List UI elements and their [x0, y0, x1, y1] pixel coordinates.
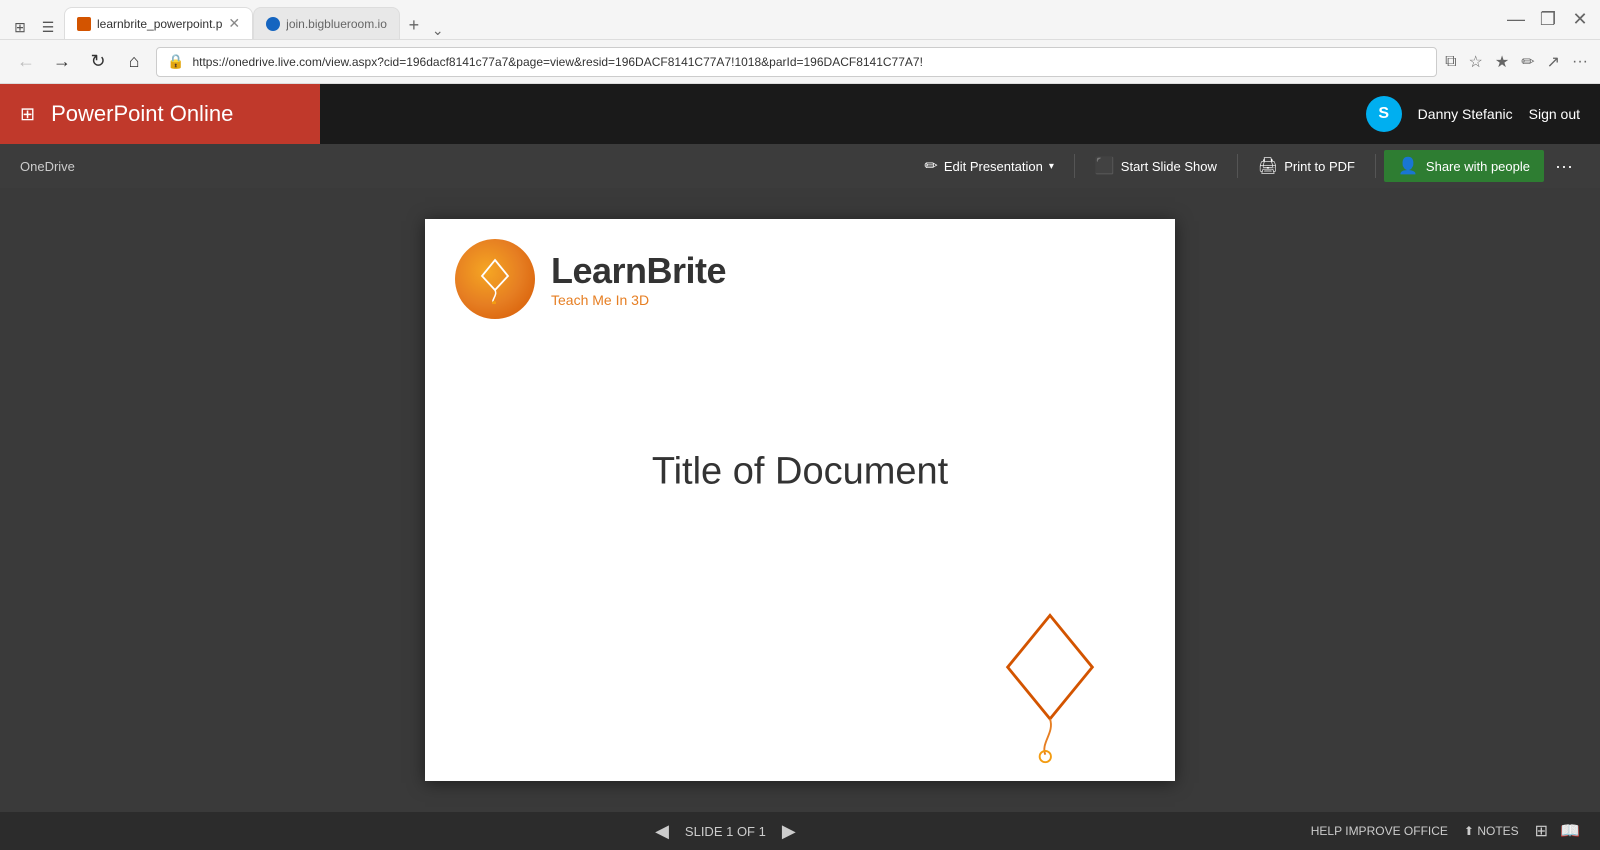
tab-favicon-2 — [266, 17, 280, 31]
skype-icon[interactable]: S — [1366, 96, 1402, 132]
tab-favicon-1 — [77, 17, 91, 31]
forward-button[interactable]: → — [48, 51, 76, 72]
logo-circle — [455, 239, 535, 319]
prev-slide-button[interactable]: ◀ — [655, 821, 669, 842]
more-options-button[interactable]: ··· — [1548, 150, 1580, 182]
start-slideshow-button[interactable]: ⬛ Start Slide Show — [1083, 150, 1229, 182]
tab-forward-btn[interactable]: ☰ — [36, 15, 60, 39]
kite-decoration — [985, 606, 1115, 771]
secondary-toolbar: OneDrive ✏ Edit Presentation ▾ ⬛ Start S… — [0, 144, 1600, 188]
slide-navigation: ◀ SLIDE 1 OF 1 ▶ — [655, 821, 796, 842]
tab-overflow-btn[interactable]: ⌄ — [432, 22, 444, 39]
status-icons: ⊞ 📖 — [1535, 821, 1580, 841]
app-header-right: S Danny Stefanic Sign out — [320, 84, 1600, 144]
edit-presentation-button[interactable]: ✏ Edit Presentation ▾ — [912, 150, 1065, 182]
upload-icon: ⬆ — [1464, 824, 1474, 838]
new-tab-button[interactable]: + — [400, 11, 428, 39]
favorites-list-icon[interactable]: ★ — [1495, 52, 1509, 72]
toolbar-divider-2 — [1237, 154, 1238, 178]
share-with-people-label: Share with people — [1426, 159, 1530, 174]
share-with-people-button[interactable]: 👤 Share with people — [1384, 150, 1544, 182]
sign-out-button[interactable]: Sign out — [1529, 106, 1580, 122]
address-text: https://onedrive.live.com/view.aspx?cid=… — [192, 55, 1426, 69]
toolbar-divider-1 — [1074, 154, 1075, 178]
minimize-button[interactable]: — — [1504, 9, 1528, 30]
browser-tabs: ⊞ ☰ learnbrite_powerpoint.p ✕ join.bigbl… — [8, 0, 1492, 39]
toolbar-icons: ⧉ ☆ ★ ✏ ↗ ··· — [1445, 52, 1588, 72]
tab-active[interactable]: learnbrite_powerpoint.p ✕ — [64, 7, 253, 39]
print-to-pdf-label: Print to PDF — [1284, 159, 1355, 174]
next-slide-button[interactable]: ▶ — [782, 821, 796, 842]
tab-title-1: learnbrite_powerpoint.p — [97, 17, 222, 31]
browser-toolbar: ← → ↻ ⌂ 🔒 https://onedrive.live.com/view… — [0, 40, 1600, 84]
app-header: ⊞ PowerPoint Online S Danny Stefanic Sig… — [0, 84, 1600, 144]
toolbar-actions: ✏ Edit Presentation ▾ ⬛ Start Slide Show… — [912, 150, 1580, 182]
help-improve-office-button[interactable]: HELP IMPROVE OFFICE — [1311, 824, 1448, 838]
slideshow-icon: ⬛ — [1095, 156, 1115, 176]
main-content: LearnBrite Teach Me In 3D Title of Docum… — [0, 188, 1600, 812]
status-bar: ◀ SLIDE 1 OF 1 ▶ HELP IMPROVE OFFICE ⬆ N… — [0, 812, 1600, 850]
start-slideshow-label: Start Slide Show — [1121, 159, 1217, 174]
edit-presentation-label: Edit Presentation — [944, 159, 1043, 174]
favorites-star-icon[interactable]: ☆ — [1469, 52, 1483, 72]
grid-view-icon[interactable]: ⊞ — [1535, 821, 1548, 841]
address-bar[interactable]: 🔒 https://onedrive.live.com/view.aspx?ci… — [156, 47, 1437, 77]
share-people-icon: 👤 — [1398, 156, 1418, 176]
tab-back-btn[interactable]: ⊞ — [8, 15, 32, 39]
back-button[interactable]: ← — [12, 51, 40, 72]
browser-titlebar: ⊞ ☰ learnbrite_powerpoint.p ✕ join.bigbl… — [0, 0, 1600, 40]
more-options-icon[interactable]: ··· — [1572, 53, 1588, 71]
app-title: PowerPoint Online — [51, 101, 233, 127]
notes-label: NOTES — [1477, 824, 1518, 838]
logo-kite-svg — [470, 254, 520, 304]
user-name: Danny Stefanic — [1418, 106, 1513, 122]
slide-title: Title of Document — [652, 450, 948, 493]
tab-inactive[interactable]: join.bigblueroom.io — [253, 7, 400, 39]
logo-tagline: Teach Me In 3D — [551, 292, 726, 308]
toolbar-divider-3 — [1375, 154, 1376, 178]
refresh-button[interactable]: ↻ — [84, 51, 112, 72]
pencil-icon: ✏ — [924, 156, 937, 176]
skype-initial: S — [1378, 105, 1389, 123]
lock-icon: 🔒 — [167, 53, 184, 70]
slide-container: LearnBrite Teach Me In 3D Title of Docum… — [425, 219, 1175, 781]
notes-button[interactable]: ⬆ NOTES — [1464, 824, 1519, 838]
status-right: HELP IMPROVE OFFICE ⬆ NOTES ⊞ 📖 — [1311, 821, 1580, 841]
home-button[interactable]: ⌂ — [120, 51, 148, 72]
onedrive-link[interactable]: OneDrive — [20, 159, 75, 174]
slide-logo-area: LearnBrite Teach Me In 3D — [455, 239, 726, 319]
logo-text: LearnBrite Teach Me In 3D — [551, 250, 726, 308]
tab-title-2: join.bigblueroom.io — [286, 17, 387, 31]
print-icon: 🖨 — [1258, 156, 1278, 176]
app-header-left: ⊞ PowerPoint Online — [0, 84, 320, 144]
window-controls: — ❐ ✕ — [1504, 9, 1592, 30]
edit-dropdown-arrow: ▾ — [1049, 161, 1054, 172]
more-options-label: ··· — [1555, 156, 1573, 177]
share-icon[interactable]: ↗ — [1547, 52, 1560, 72]
web-note-icon[interactable]: ✏ — [1521, 52, 1534, 72]
maximize-button[interactable]: ❐ — [1536, 9, 1560, 30]
reading-view-icon[interactable]: 📖 — [1560, 821, 1580, 841]
close-button[interactable]: ✕ — [1568, 9, 1592, 30]
slide-info: SLIDE 1 OF 1 — [685, 824, 766, 839]
sidebar-toggle-icon[interactable]: ⧉ — [1445, 53, 1456, 71]
logo-name: LearnBrite — [551, 250, 726, 292]
print-to-pdf-button[interactable]: 🖨 Print to PDF — [1246, 150, 1367, 182]
tab-close-1[interactable]: ✕ — [228, 15, 240, 32]
waffle-menu-icon[interactable]: ⊞ — [20, 104, 35, 125]
